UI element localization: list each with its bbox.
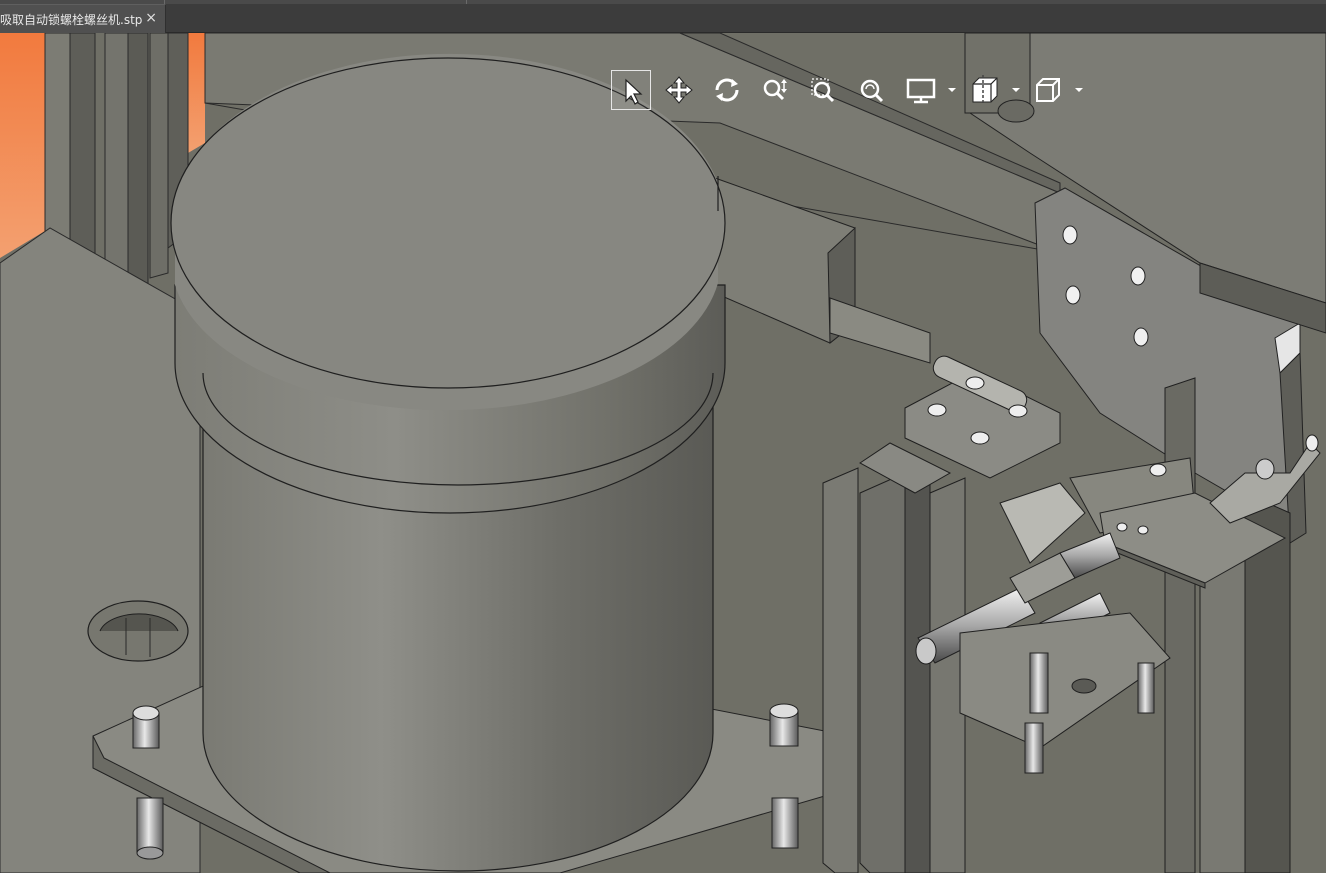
pan-tool-button[interactable] bbox=[659, 70, 699, 110]
display-mode-dropdown[interactable] bbox=[947, 85, 957, 95]
close-tab-icon[interactable]: × bbox=[145, 11, 157, 25]
move-arrows-icon bbox=[665, 76, 693, 104]
chevron-down-icon bbox=[1075, 88, 1083, 92]
document-tab-title: 吸取自动锁螺栓螺丝机.stp bbox=[0, 12, 143, 27]
chevron-down-icon bbox=[948, 88, 956, 92]
zoom-fit-tool-button[interactable] bbox=[851, 70, 891, 110]
zoom-fit-icon bbox=[860, 79, 884, 103]
orange-part bbox=[188, 33, 205, 153]
view-orientation-dropdown[interactable] bbox=[1074, 85, 1084, 95]
chevron-down-icon bbox=[1012, 88, 1020, 92]
section-view-dropdown[interactable] bbox=[1011, 85, 1021, 95]
document-tab-bar: 吸取自动锁螺栓螺丝机.stp × bbox=[0, 0, 1326, 33]
display-mode-tool-button[interactable] bbox=[901, 70, 941, 110]
orange-part bbox=[0, 33, 50, 258]
cube-icon bbox=[1036, 78, 1060, 102]
view-orientation-tool-button[interactable] bbox=[1028, 70, 1068, 110]
zoom-tool-button[interactable] bbox=[755, 70, 795, 110]
document-tab[interactable]: 吸取自动锁螺栓螺丝机.stp × bbox=[0, 4, 166, 33]
3d-viewport[interactable] bbox=[0, 33, 1326, 873]
view-toolbar bbox=[611, 70, 1111, 110]
cursor-arrow-icon bbox=[625, 78, 643, 105]
monitor-icon bbox=[906, 78, 936, 104]
zoom-window-tool-button[interactable] bbox=[803, 70, 843, 110]
zoom-updown-icon bbox=[763, 79, 787, 101]
section-box-icon bbox=[972, 75, 998, 105]
vibratory-bowl bbox=[170, 53, 726, 872]
tab-bar-top-strip bbox=[0, 0, 1326, 4]
select-tool-button[interactable] bbox=[611, 70, 651, 110]
rotate-icon bbox=[715, 78, 739, 102]
section-view-tool-button[interactable] bbox=[965, 70, 1005, 110]
zoom-window-icon bbox=[811, 78, 835, 103]
tab-bar-divider bbox=[466, 0, 467, 4]
cad-model-render bbox=[0, 33, 1326, 873]
rotate-tool-button[interactable] bbox=[707, 70, 747, 110]
